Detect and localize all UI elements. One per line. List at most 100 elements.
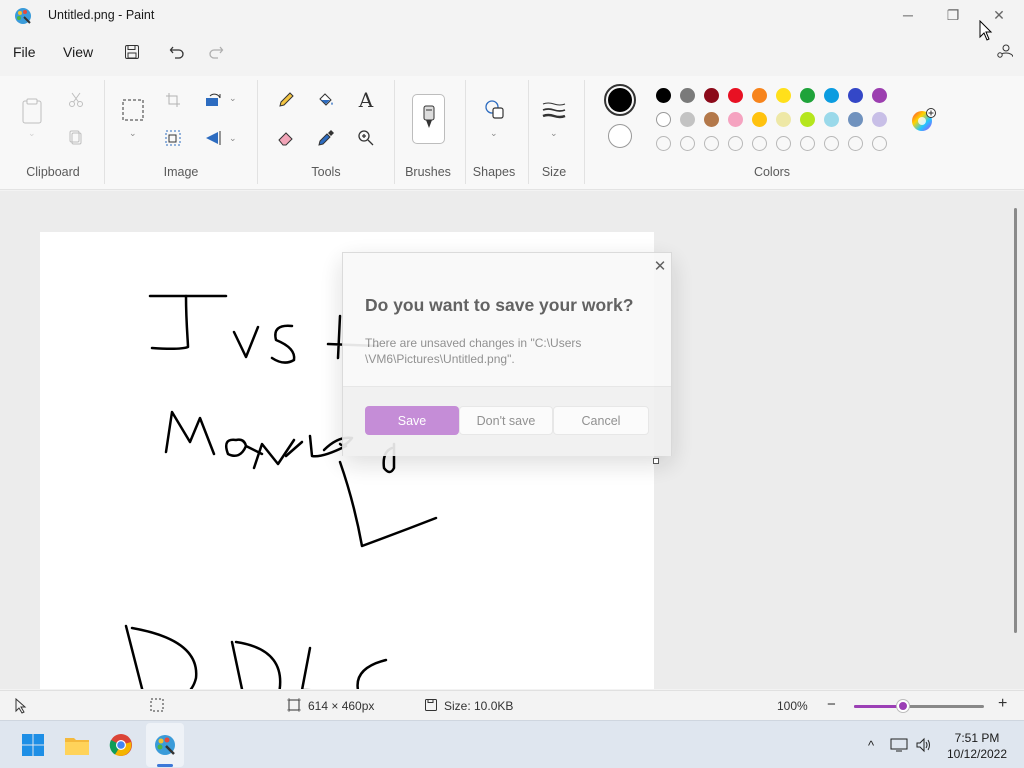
custom-color-slot[interactable] — [872, 136, 887, 151]
cut-icon[interactable] — [62, 86, 90, 114]
rotate-icon[interactable] — [199, 86, 227, 114]
canvas-dimensions: 614 × 460px — [308, 699, 375, 713]
color-swatch[interactable] — [752, 88, 767, 103]
chrome-icon[interactable] — [107, 731, 135, 759]
color-swatch[interactable] — [728, 112, 743, 127]
magnifier-icon[interactable] — [352, 124, 380, 152]
title-bar: Untitled.png - Paint ─ ❐ ✕ — [0, 0, 1024, 32]
secondary-color[interactable] — [608, 124, 632, 148]
color-swatch[interactable] — [872, 88, 887, 103]
group-label-colors: Colors — [753, 165, 791, 179]
custom-color-slot[interactable] — [752, 136, 767, 151]
color-swatch[interactable] — [800, 112, 815, 127]
ribbon-divider — [104, 80, 105, 184]
mouse-cursor-icon — [979, 19, 993, 45]
windows-start-icon[interactable] — [19, 731, 47, 759]
edit-colors-icon[interactable] — [910, 108, 936, 134]
crop-icon[interactable] — [159, 86, 187, 114]
brushes-button[interactable] — [412, 94, 445, 144]
pencil-icon[interactable] — [272, 86, 300, 114]
ribbon-divider — [394, 80, 395, 184]
color-swatch[interactable] — [704, 112, 719, 127]
custom-color-slot[interactable] — [824, 136, 839, 151]
canvas-resize-handle[interactable] — [653, 458, 659, 464]
menu-view[interactable]: View — [63, 44, 93, 60]
shapes-icon[interactable] — [481, 96, 509, 124]
color-swatch[interactable] — [848, 88, 863, 103]
rotate-dropdown-icon[interactable]: ⌄ — [229, 93, 237, 104]
color-swatch[interactable] — [656, 88, 671, 103]
custom-color-slot[interactable] — [704, 136, 719, 151]
zoom-out-button[interactable]: − — [827, 696, 836, 713]
dont-save-button[interactable]: Don't save — [459, 406, 553, 435]
zoom-slider[interactable] — [854, 700, 984, 712]
copy-icon[interactable] — [62, 124, 90, 152]
flip-dropdown-icon[interactable]: ⌄ — [229, 133, 237, 144]
dialog-message: There are unsaved changes in "C:\Users \… — [365, 336, 582, 366]
color-swatch[interactable] — [752, 112, 767, 127]
select-dropdown-icon[interactable]: ⌄ — [129, 128, 137, 139]
custom-color-slot[interactable] — [680, 136, 695, 151]
save-button[interactable]: Save — [365, 406, 459, 435]
network-icon[interactable] — [889, 735, 909, 755]
color-swatch[interactable] — [656, 112, 671, 127]
group-label-tools: Tools — [311, 165, 341, 179]
color-swatch[interactable] — [680, 112, 695, 127]
vertical-scrollbar[interactable] — [1014, 208, 1017, 633]
custom-color-slot[interactable] — [776, 136, 791, 151]
fill-icon[interactable] — [312, 86, 340, 114]
color-swatch[interactable] — [800, 88, 815, 103]
pointer-icon — [14, 697, 28, 717]
redo-icon[interactable] — [205, 41, 227, 63]
maximize-button[interactable]: ❐ — [930, 0, 976, 30]
color-swatch[interactable] — [728, 88, 743, 103]
paste-icon[interactable] — [18, 96, 46, 126]
color-swatch[interactable] — [704, 88, 719, 103]
custom-color-slot[interactable] — [800, 136, 815, 151]
clock-date: 10/12/2022 — [946, 747, 1008, 761]
dialog-footer: Save Don't save Cancel — [343, 386, 671, 456]
eraser-icon[interactable] — [272, 124, 300, 152]
color-swatch[interactable] — [680, 88, 695, 103]
color-swatch[interactable] — [824, 112, 839, 127]
group-label-brushes: Brushes — [405, 165, 451, 179]
selection-size-icon — [150, 698, 164, 715]
resize-icon[interactable] — [159, 124, 187, 152]
dialog-title: Do you want to save your work? — [365, 295, 634, 315]
menu-file[interactable]: File — [13, 44, 36, 60]
custom-color-slot[interactable] — [728, 136, 743, 151]
zoom-level: 100% — [777, 699, 808, 713]
color-swatch[interactable] — [776, 88, 791, 103]
dialog-close-icon[interactable]: ✕ — [651, 257, 669, 275]
color-swatch[interactable] — [824, 88, 839, 103]
custom-color-slot[interactable] — [656, 136, 671, 151]
minimize-button[interactable]: ─ — [885, 0, 931, 30]
paint-taskbar-icon[interactable] — [151, 731, 179, 759]
color-picker-icon[interactable] — [312, 124, 340, 152]
canvas-size-icon — [287, 698, 301, 715]
file-explorer-icon[interactable] — [63, 731, 91, 759]
ribbon-divider — [528, 80, 529, 184]
custom-color-slot[interactable] — [848, 136, 863, 151]
paste-dropdown-icon[interactable]: ⌄ — [28, 128, 36, 139]
taskbar-clock[interactable]: 7:51 PM 10/12/2022 — [942, 730, 1012, 762]
settings-icon[interactable] — [993, 41, 1015, 63]
undo-icon[interactable] — [166, 41, 188, 63]
zoom-slider-thumb[interactable] — [897, 700, 910, 712]
shapes-dropdown-icon[interactable]: ⌄ — [490, 128, 498, 139]
color-swatch[interactable] — [848, 112, 863, 127]
volume-icon[interactable] — [914, 735, 934, 755]
clock-time: 7:51 PM — [954, 731, 1000, 745]
save-icon[interactable] — [121, 41, 143, 63]
size-icon[interactable] — [540, 96, 568, 124]
primary-color[interactable] — [604, 84, 636, 116]
color-swatch[interactable] — [776, 112, 791, 127]
tray-chevron-icon[interactable]: ^ — [861, 735, 881, 755]
text-tool-icon[interactable]: A — [352, 86, 380, 114]
select-icon[interactable] — [119, 96, 147, 124]
color-swatch[interactable] — [872, 112, 887, 127]
cancel-button[interactable]: Cancel — [553, 406, 649, 435]
size-dropdown-icon[interactable]: ⌄ — [550, 128, 558, 139]
flip-icon[interactable] — [199, 124, 227, 152]
zoom-in-button[interactable]: + — [998, 695, 1007, 713]
